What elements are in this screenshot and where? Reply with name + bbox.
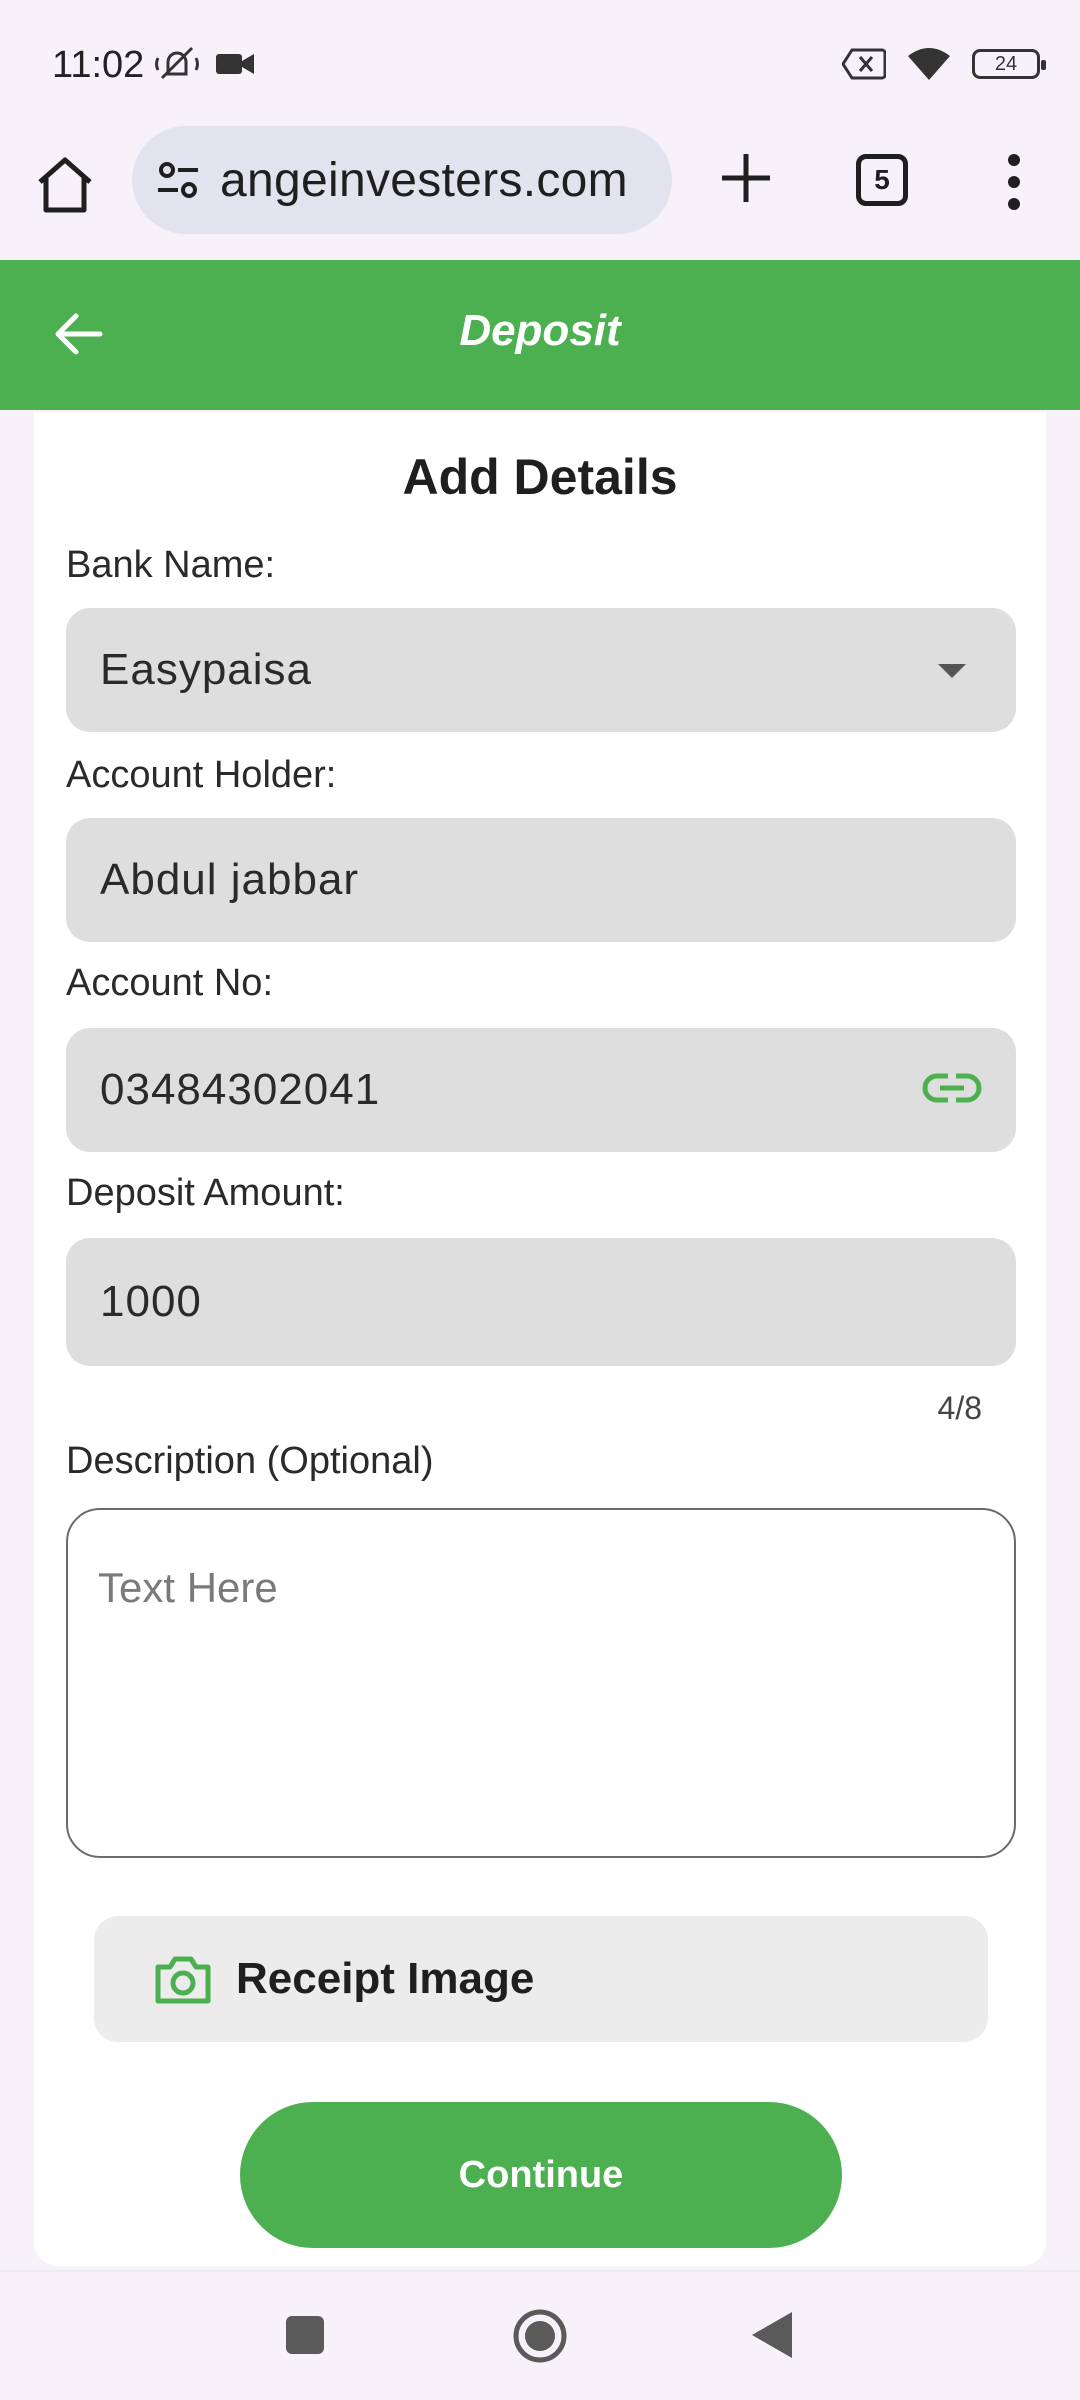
account-no-value: 03484302041	[100, 1065, 381, 1114]
chevron-down-icon	[938, 664, 966, 678]
receipt-image-button[interactable]: Receipt Image	[94, 1916, 988, 2042]
system-nav-bar	[0, 2270, 1080, 2400]
continue-button[interactable]: Continue	[240, 2102, 842, 2248]
deposit-amount-field[interactable]: 1000	[66, 1238, 1016, 1366]
deposit-amount-label: Deposit Amount:	[66, 1172, 345, 1214]
nav-home-icon[interactable]	[512, 2308, 568, 2364]
mute-icon	[155, 46, 199, 80]
account-holder-field[interactable]: Abdul jabbar	[66, 818, 1016, 942]
bank-name-select[interactable]: Easypaisa	[66, 608, 1016, 732]
no-sim-icon	[842, 48, 886, 80]
url-text[interactable]: angeinvesters.com	[220, 153, 628, 208]
wifi-icon	[908, 48, 950, 80]
app-header: Deposit	[0, 260, 1080, 410]
amount-char-counter: 4/8	[937, 1390, 982, 1426]
status-time: 11:02	[52, 44, 145, 86]
deposit-form-card: Add Details Bank Name: Easypaisa Account…	[34, 412, 1046, 2266]
form-title: Add Details	[402, 449, 678, 505]
account-no-field[interactable]: 03484302041	[66, 1028, 1016, 1152]
camera-icon	[155, 1956, 211, 2004]
new-tab-icon[interactable]	[716, 148, 776, 208]
tab-switcher-button[interactable]: 5	[856, 154, 908, 206]
link-icon[interactable]	[922, 1068, 982, 1108]
status-left-icons	[154, 44, 256, 84]
bank-name-value: Easypaisa	[100, 645, 313, 694]
receipt-image-label: Receipt Image	[236, 1954, 535, 2003]
video-icon	[216, 54, 254, 74]
url-bar[interactable]: angeinvesters.com	[132, 126, 672, 234]
description-placeholder: Text Here	[98, 1564, 278, 1611]
browser-toolbar: angeinvesters.com 5	[0, 126, 1080, 260]
description-textarea[interactable]: Text Here	[66, 1508, 1016, 1858]
account-holder-value: Abdul jabbar	[100, 855, 360, 904]
nav-back-icon[interactable]	[750, 2310, 794, 2360]
status-right-icons: 24	[842, 46, 1046, 82]
site-settings-icon[interactable]	[156, 158, 200, 202]
bank-name-label: Bank Name:	[66, 544, 276, 586]
screen: 11:02 24 angeinvesters.com 5 Deposit Add…	[0, 0, 1080, 2400]
menu-icon[interactable]	[996, 152, 1032, 212]
home-icon[interactable]	[34, 154, 96, 216]
deposit-amount-value: 1000	[100, 1277, 202, 1326]
status-bar: 11:02 24	[0, 0, 1080, 126]
account-no-label: Account No:	[66, 962, 273, 1004]
account-holder-label: Account Holder:	[66, 754, 337, 796]
description-label: Description (Optional)	[66, 1440, 434, 1482]
battery-icon: 24	[972, 49, 1046, 79]
recents-icon[interactable]	[286, 2316, 324, 2354]
page-title: Deposit	[459, 306, 621, 355]
